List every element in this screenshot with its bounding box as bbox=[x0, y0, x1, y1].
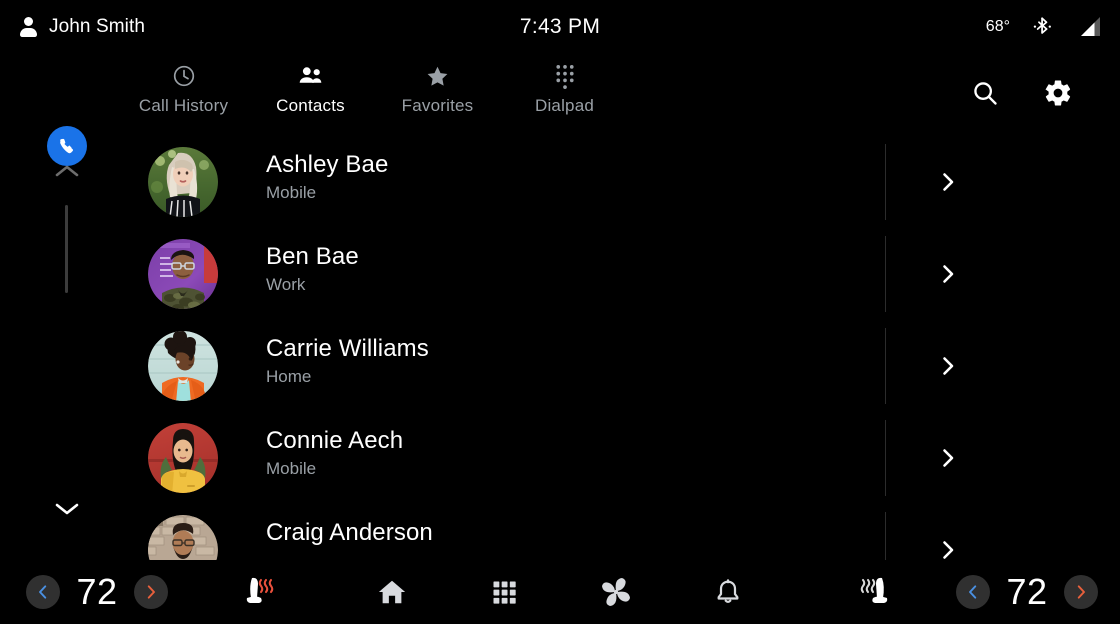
contact-name: Craig Anderson bbox=[266, 519, 433, 546]
search-button[interactable] bbox=[971, 79, 999, 112]
search-icon bbox=[974, 81, 997, 105]
clock-icon bbox=[172, 62, 196, 90]
tab-contacts[interactable]: Contacts bbox=[247, 54, 374, 116]
contact-text: Connie Aech Mobile bbox=[266, 426, 403, 481]
contact-text: Ben Bae Work bbox=[266, 242, 359, 297]
tab-list: Call History Contacts Favorites Dialpad bbox=[120, 54, 628, 116]
contact-details-button[interactable] bbox=[936, 538, 960, 560]
contact-name: Carrie Williams bbox=[266, 335, 429, 362]
home-icon bbox=[378, 580, 406, 604]
row-divider bbox=[885, 512, 886, 560]
driver-climate-controls: 72 bbox=[0, 571, 278, 613]
contact-details-button[interactable] bbox=[936, 262, 960, 291]
chevron-right-icon bbox=[943, 265, 954, 283]
contact-label: Mobile bbox=[266, 183, 317, 202]
row-divider bbox=[885, 328, 886, 404]
table-row[interactable]: Craig Anderson bbox=[0, 504, 1120, 560]
contact-label: Mobile bbox=[266, 459, 317, 478]
driver-temp-decrease-button[interactable] bbox=[26, 575, 60, 609]
contact-text: Carrie Williams Home bbox=[266, 334, 429, 389]
avatar bbox=[148, 331, 218, 401]
chevron-right-icon bbox=[147, 585, 155, 599]
app-tab-bar: Call History Contacts Favorites Dialpad bbox=[0, 54, 1120, 166]
status-indicators: 68° bbox=[986, 15, 1120, 39]
passenger-temp-increase-button[interactable] bbox=[1064, 575, 1098, 609]
contact-name: Ashley Bae bbox=[266, 151, 389, 178]
passenger-temperature: 72 bbox=[1006, 571, 1048, 612]
table-row[interactable]: Connie Aech Mobile bbox=[0, 412, 1120, 504]
outside-temperature: 68° bbox=[985, 18, 1010, 35]
avatar bbox=[148, 423, 218, 493]
passenger-climate-controls: 72 bbox=[856, 571, 1120, 613]
table-row[interactable]: Carrie Williams Home bbox=[0, 320, 1120, 412]
bluetooth-icon bbox=[1032, 15, 1054, 39]
tab-label: Contacts bbox=[276, 96, 345, 115]
bell-icon bbox=[717, 579, 739, 604]
chevron-left-icon bbox=[969, 585, 977, 599]
passenger-temp-decrease-button[interactable] bbox=[956, 575, 990, 609]
chevron-right-icon bbox=[943, 357, 954, 375]
chevron-right-icon bbox=[943, 173, 954, 191]
tab-label: Dialpad bbox=[534, 96, 595, 115]
avatar bbox=[148, 239, 218, 309]
row-divider bbox=[885, 236, 886, 312]
grid-apps-icon bbox=[493, 581, 516, 604]
table-row[interactable]: Ashley Bae Mobile bbox=[0, 136, 1120, 228]
people-icon bbox=[297, 62, 324, 90]
tab-label: Call History bbox=[138, 96, 229, 115]
row-divider bbox=[885, 144, 886, 220]
chevron-right-icon bbox=[943, 449, 954, 467]
table-row[interactable]: Ben Bae Work bbox=[0, 228, 1120, 320]
clock-time: 7:43 PM bbox=[519, 15, 601, 38]
tab-favorites[interactable]: Favorites bbox=[374, 54, 501, 116]
settings-button[interactable] bbox=[1043, 78, 1073, 113]
contact-label: Home bbox=[266, 367, 312, 386]
row-divider bbox=[885, 420, 886, 496]
apps-button[interactable] bbox=[484, 572, 524, 612]
contact-details-button[interactable] bbox=[936, 446, 960, 475]
chevron-left-icon bbox=[39, 585, 47, 599]
chevron-right-icon bbox=[943, 541, 954, 559]
gear-icon bbox=[1045, 80, 1071, 105]
star-icon bbox=[425, 62, 450, 90]
avatar bbox=[148, 515, 218, 560]
tab-dialpad[interactable]: Dialpad bbox=[501, 54, 628, 116]
tab-label: Favorites bbox=[401, 96, 474, 115]
status-bar: John Smith 7:43 PM 68° bbox=[0, 0, 1120, 54]
signal-strength-icon bbox=[1076, 16, 1102, 38]
contact-text: Ashley Bae Mobile bbox=[266, 150, 388, 205]
avatar bbox=[148, 147, 218, 217]
driver-temperature: 72 bbox=[76, 571, 118, 612]
home-button[interactable] bbox=[372, 572, 412, 612]
contacts-list[interactable]: Ashley Bae Mobile Ben Bae Work Carrie Wi… bbox=[0, 136, 1120, 560]
heated-seat-icon bbox=[860, 577, 888, 603]
driver-heated-seat-button[interactable] bbox=[234, 574, 278, 610]
top-action-buttons bbox=[971, 54, 1120, 136]
driver-temp-increase-button[interactable] bbox=[134, 575, 168, 609]
infotainment-screen: John Smith 7:43 PM 68° Call History Cont… bbox=[0, 0, 1120, 624]
contact-label: Work bbox=[266, 275, 306, 294]
passenger-heated-seat-button[interactable] bbox=[856, 574, 900, 610]
contact-name: Ben Bae bbox=[266, 243, 359, 270]
dialpad-icon bbox=[553, 62, 577, 90]
contact-details-button[interactable] bbox=[936, 170, 960, 199]
bottom-bar: 72 72 bbox=[0, 560, 1120, 624]
fan-icon bbox=[602, 578, 630, 606]
contact-text: Craig Anderson bbox=[266, 518, 433, 549]
climate-button[interactable] bbox=[596, 572, 636, 612]
chevron-right-icon bbox=[1077, 585, 1085, 599]
heated-seat-icon bbox=[246, 577, 274, 603]
tab-call-history[interactable]: Call History bbox=[120, 54, 247, 116]
contact-name: Connie Aech bbox=[266, 427, 404, 454]
notifications-button[interactable] bbox=[708, 572, 748, 612]
contact-details-button[interactable] bbox=[936, 354, 960, 383]
